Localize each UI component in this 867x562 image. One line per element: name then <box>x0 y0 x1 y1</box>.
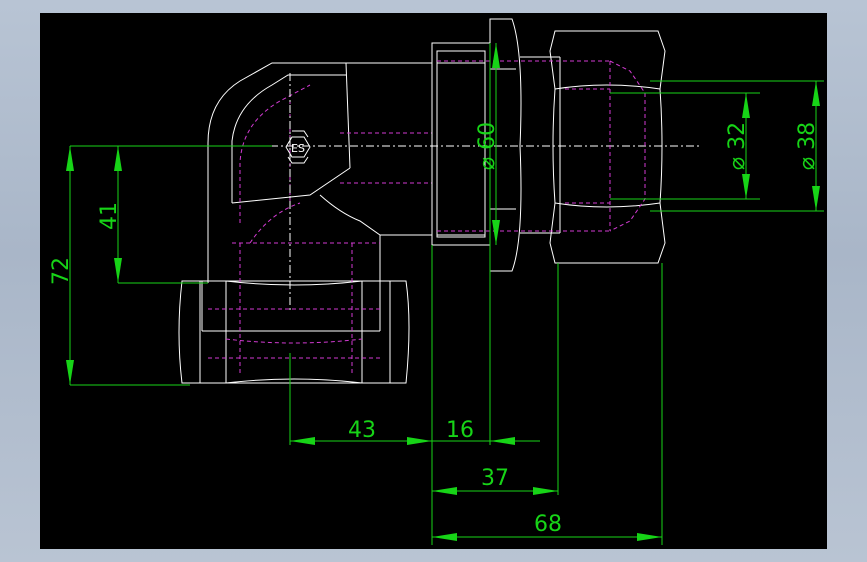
dim-43-label: 43 <box>348 418 376 443</box>
bottom-hex-nut <box>178 280 410 384</box>
dim-41-label: 41 <box>97 202 122 230</box>
dim-72-label: 72 <box>49 257 74 285</box>
viewer-frame: ES 72 41 43 16 37 68 ⌀ 60 ⌀ 32 ⌀ 38 <box>0 0 867 562</box>
elbow-hidden-bore <box>232 84 432 244</box>
dimension-41: 41 <box>97 146 208 284</box>
cad-drawing: ES 72 41 43 16 37 68 ⌀ 60 ⌀ 32 ⌀ 38 <box>49 18 824 545</box>
bottom-nut-hidden <box>208 243 380 373</box>
dim-16-label: 16 <box>446 418 474 443</box>
union-hex-nut <box>549 30 666 264</box>
union-collar <box>489 18 560 272</box>
dimension-72: 72 <box>49 145 272 386</box>
dim-dia32-label: ⌀ 32 <box>725 122 750 170</box>
dimension-43: 43 <box>289 353 540 445</box>
dim-68-label: 68 <box>534 512 562 537</box>
dim-dia60-label: ⌀ 60 <box>475 122 500 170</box>
cad-canvas: ES 72 41 43 16 37 68 ⌀ 60 ⌀ 32 ⌀ 38 <box>40 13 827 549</box>
dimension-37: 37 <box>431 245 559 545</box>
dimension-16: 16 <box>446 43 515 445</box>
symbol-label: ES <box>291 142 305 155</box>
dim-37-label: 37 <box>481 466 509 491</box>
dimension-dia-32: ⌀ 32 <box>610 92 760 200</box>
dim-dia38-label: ⌀ 38 <box>795 122 820 170</box>
dimension-dia-60: ⌀ 60 <box>475 43 500 245</box>
elbow-body-outline <box>207 62 432 283</box>
dimension-68: 68 <box>432 263 663 545</box>
